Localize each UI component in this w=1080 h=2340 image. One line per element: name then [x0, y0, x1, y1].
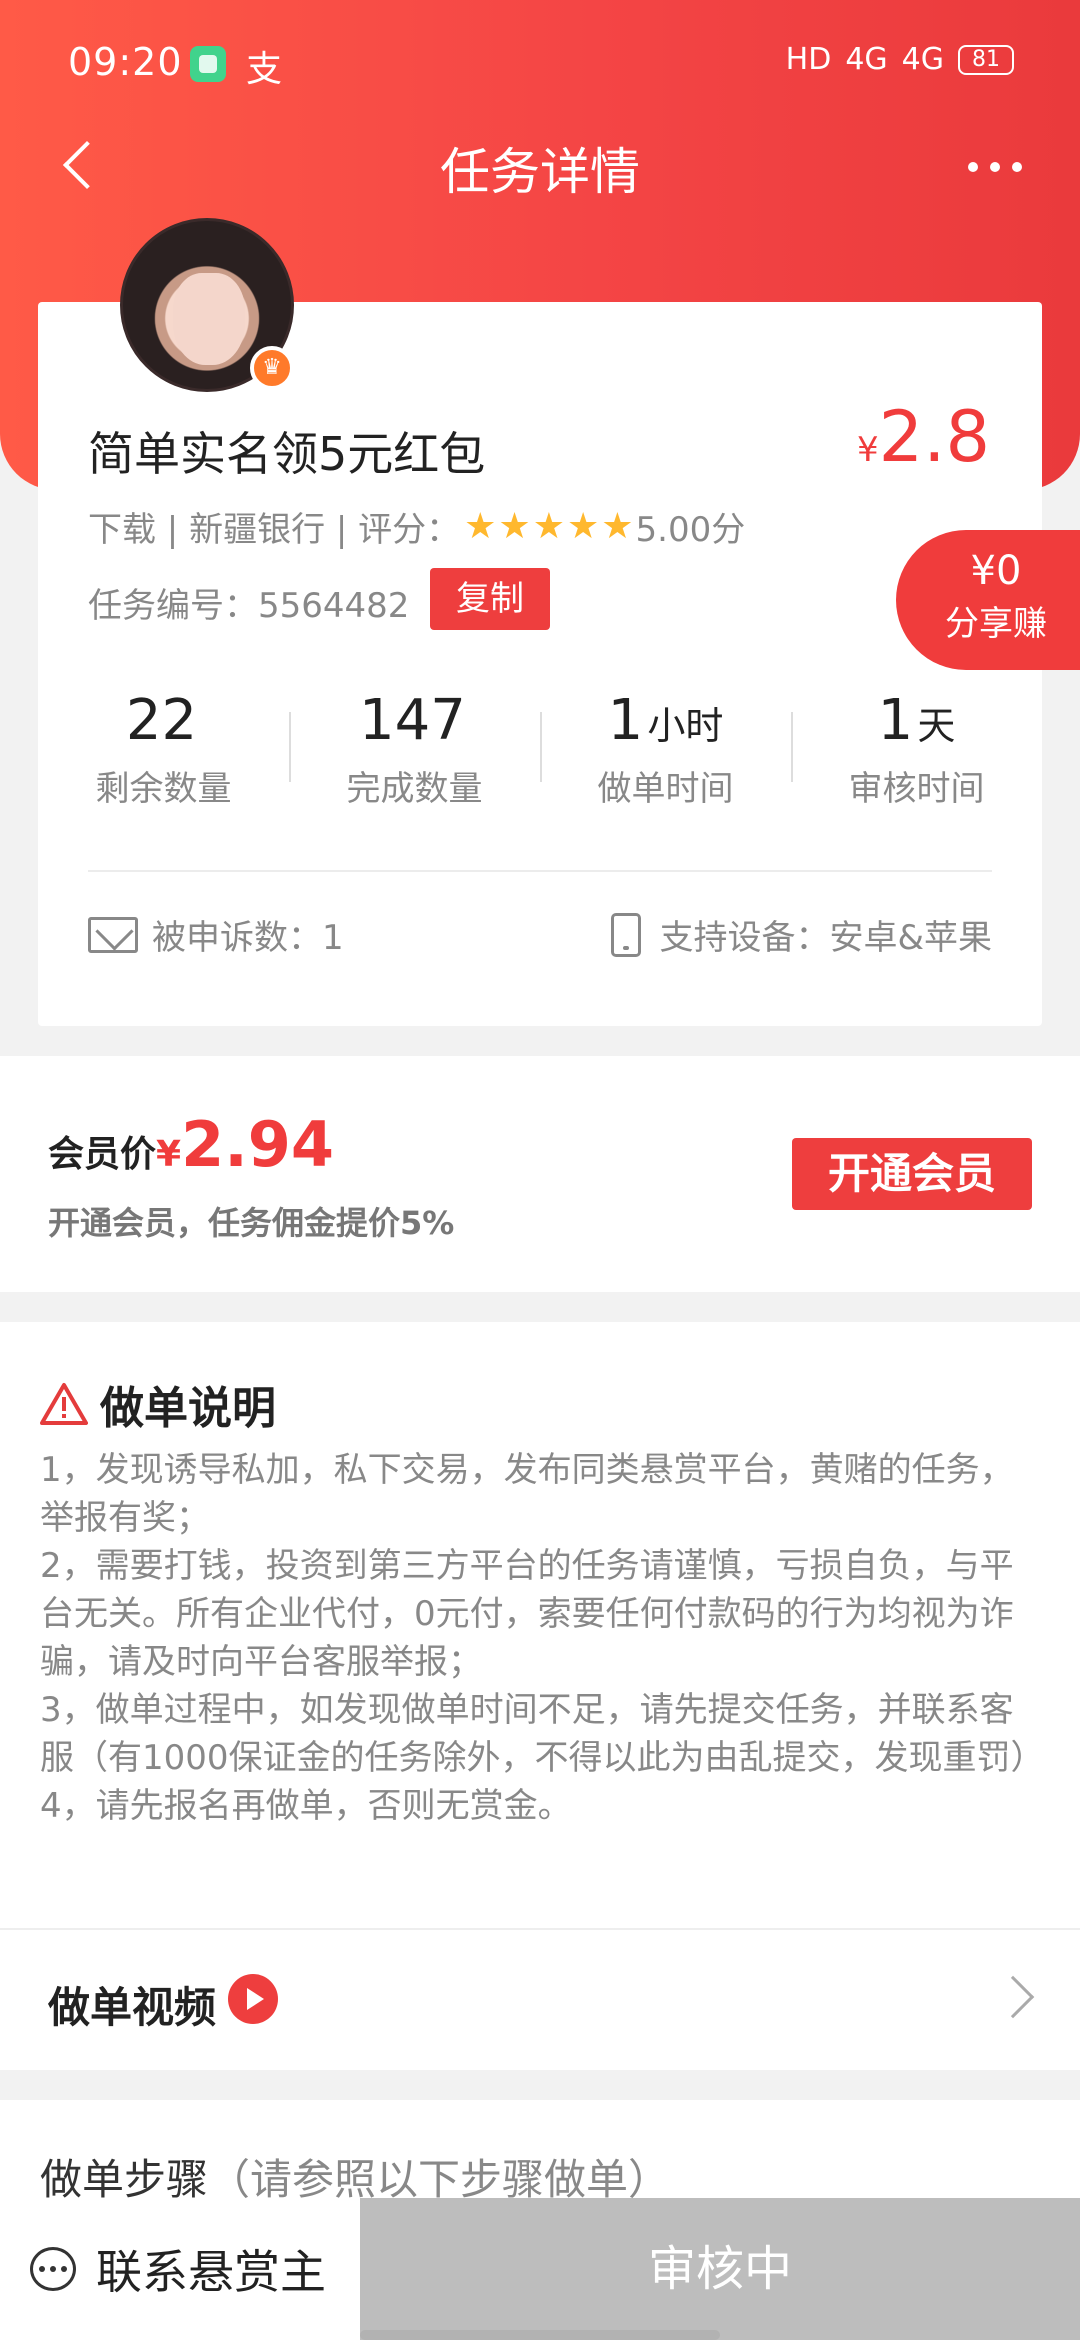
status-bar: 09:20 支 HD 4G 4G 81: [0, 0, 1080, 96]
task-meta: 下载 | 新疆银行 | 评分： ★ ★ ★ ★ ★ 5.00分: [88, 502, 745, 551]
play-icon: [228, 1974, 278, 2024]
star-icon: ★: [566, 505, 600, 547]
crown-icon: ♛: [250, 346, 294, 390]
stat-label: 审核时间: [848, 769, 985, 809]
stat-label: 做单时间: [597, 769, 734, 809]
share-earn-button[interactable]: ¥0 分享赚: [896, 530, 1080, 670]
system-indicators: HD 4G 4G 81: [786, 42, 1014, 77]
instructions-title: 做单说明: [100, 1383, 276, 1434]
share-label: 分享赚: [945, 604, 1047, 644]
stat-value: 22: [125, 688, 198, 753]
nav-bar: 任务详情: [0, 110, 1080, 220]
vip-price-value: 2.94: [181, 1108, 335, 1181]
star-icon: ★: [464, 505, 497, 547]
dot-icon: [1012, 162, 1022, 172]
battery-icon: 81: [958, 44, 1014, 75]
avatar-face: [173, 273, 245, 365]
bottom-bar: 联系悬赏主 审核中: [0, 2198, 1080, 2340]
signal-icon: 4G: [845, 42, 888, 77]
stat-value: 147: [359, 688, 466, 753]
stat-completed: 147 完成数量: [289, 688, 540, 828]
status-time: 09:20: [68, 40, 183, 84]
stat-review-time: 1天 审核时间: [791, 688, 1042, 828]
review-status-button[interactable]: 审核中: [360, 2198, 1080, 2340]
signal-icon: 4G: [901, 42, 944, 77]
copy-button[interactable]: 复制: [430, 568, 550, 630]
task-price: ¥2.8: [857, 396, 990, 478]
instructions-header: 做单说明: [40, 1372, 276, 1436]
stat-label: 剩余数量: [95, 769, 232, 809]
vip-price-label: 会员价: [48, 1134, 157, 1175]
video-title: 做单视频: [48, 1983, 217, 2032]
chat-icon: [30, 2247, 76, 2291]
complaint-count: 被申诉数：1: [88, 910, 344, 959]
stat-value: 1天: [877, 688, 956, 753]
instruction-item: 2，需要打钱，投资到第三方平台的任务请谨慎，亏损自负，与平台无关。所有企业代付，…: [40, 1546, 1014, 1682]
devices-text: 支持设备：安卓&苹果: [659, 918, 992, 958]
instructions-section: 做单说明 1，发现诱导私加，私下交易，发布同类悬赏平台，黄赌的任务，举报有奖； …: [0, 1322, 1080, 1928]
task-title: 简单实名领5元红包: [88, 427, 486, 481]
complaint-text: 被申诉数：1: [152, 918, 344, 958]
task-meta-text: 下载 | 新疆银行 | 评分：: [88, 510, 461, 550]
contact-label: 联系悬赏主: [96, 2245, 326, 2299]
vip-price: 会员价¥2.94: [48, 1108, 334, 1181]
stat-label: 完成数量: [346, 769, 483, 809]
open-vip-button[interactable]: 开通会员: [792, 1138, 1032, 1210]
supported-devices: 支持设备：安卓&苹果: [611, 910, 992, 959]
app-notification-icon: [190, 46, 226, 82]
dot-icon: [968, 162, 978, 172]
instruction-item: 4，请先报名再做单，否则无赏金。: [40, 1786, 572, 1826]
contact-owner-button[interactable]: 联系悬赏主: [0, 2198, 360, 2340]
share-value: ¥0: [970, 548, 1022, 594]
price-value: 2.8: [878, 396, 990, 478]
star-icon: ★: [601, 505, 634, 547]
home-indicator: [360, 2330, 720, 2340]
stat-remaining: 22 剩余数量: [38, 688, 289, 828]
divider: [88, 870, 992, 872]
instruction-item: 3，做单过程中，如发现做单时间不足，请先提交任务，并联系客服（有1000保证金的…: [40, 1690, 1045, 1778]
hd-icon: HD: [785, 42, 832, 77]
chevron-right-icon: [991, 1975, 1035, 2019]
phone-icon: [611, 912, 642, 957]
page-title: 任务详情: [440, 143, 640, 201]
rating-text: 5.00分: [635, 510, 746, 550]
star-icon: ★: [532, 505, 565, 547]
alipay-icon: 支: [246, 49, 283, 90]
stat-value: 1 小时: [607, 688, 724, 753]
star-icon: ★: [498, 505, 531, 547]
vip-note: 开通会员，任务佣金提价5%: [48, 1204, 455, 1242]
vip-price-symbol: ¥: [156, 1134, 182, 1175]
vip-section: 会员价¥2.94 开通会员，任务佣金提价5% 开通会员: [0, 1056, 1080, 1292]
dot-icon: [990, 162, 1000, 172]
task-number: 任务编号：5564482: [88, 586, 410, 626]
instructions-body: 1，发现诱导私加，私下交易，发布同类悬赏平台，黄赌的任务，举报有奖； 2，需要打…: [40, 1446, 1045, 1830]
price-symbol: ¥: [857, 430, 879, 470]
task-stats: 22 剩余数量 147 完成数量 1 小时 做单时间 1天 审核时间: [38, 688, 1042, 828]
warning-icon: [40, 1382, 88, 1426]
complaint-icon: [88, 916, 138, 953]
rating-stars: ★ ★ ★ ★ ★: [464, 505, 634, 547]
more-button[interactable]: [950, 132, 1040, 202]
video-row[interactable]: 做单视频: [0, 1928, 1080, 2070]
instruction-item: 1，发现诱导私加，私下交易，发布同类悬赏平台，黄赌的任务，举报有奖；: [40, 1450, 1014, 1538]
stat-work-time: 1 小时 做单时间: [540, 688, 791, 828]
